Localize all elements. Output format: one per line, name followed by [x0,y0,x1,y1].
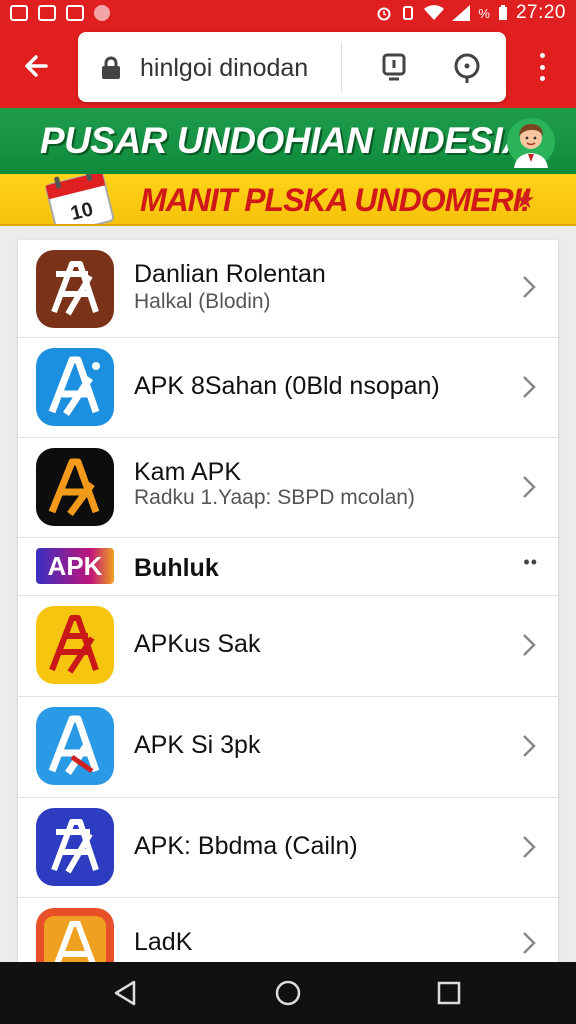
lock-icon [102,56,120,79]
banner-title: PUSAR UNDOHIAN INDESIA [40,120,529,161]
notification-icon [10,5,28,21]
chevron-right-icon [523,735,536,757]
vibrate-icon [403,6,414,20]
calendar-icon: 10 [45,174,115,224]
location-icon[interactable] [451,52,483,84]
list-item[interactable]: APK 8Sahan (0Bld nsopan) [18,338,558,438]
promo-banner-bottom[interactable]: 10 MANIT PLSKA UNDOMERI! ★ [0,174,576,226]
list-item[interactable]: APKus Sak [18,596,558,697]
chevron-right-icon [523,276,536,298]
address-bar[interactable]: hinlgoi dinodan [78,32,506,102]
app-subtitle: Halkal (Blodin) [134,290,271,313]
app-title: LadK [134,928,193,956]
chevron-right-icon [523,476,536,498]
alarm-icon [377,7,391,21]
list-item[interactable]: APK: Bbdma (Cailn) [18,798,558,898]
app-title: APKus Sak [134,630,261,658]
system-nav-bar [0,962,576,1024]
promo-banner-top[interactable]: PUSAR UNDOHIAN INDESIA [0,108,576,174]
app-title: APK 8Sahan (0Bld nsopan) [134,372,440,400]
status-time: 27:20 [515,2,566,23]
browser-toolbar: hinlgoi dinodan [0,26,576,108]
more-dots-icon[interactable]: •• [523,552,538,573]
chevron-right-icon [523,376,536,398]
app-title: Danlian Rolentan [134,260,326,288]
nav-back-icon[interactable] [108,976,142,1010]
app-list: Danlian Rolentan Halkal (Blodin) APK 8Sa… [18,240,558,962]
list-item[interactable]: Danlian Rolentan Halkal (Blodin) [18,240,558,338]
chevron-right-icon [523,836,536,858]
battery-percent: % [478,5,490,21]
mail-icon [38,5,56,21]
star-icon: ★ [514,187,536,214]
apk-app-icon [36,707,114,785]
status-bar: % 27:20 [0,0,576,26]
apk-badge: APK [36,548,114,584]
apk-app-icon [36,606,114,684]
media-icon [94,5,110,21]
apk-badge-text: APK [47,550,103,581]
list-item[interactable]: APK Si 3pk [18,697,558,798]
app-title: APK Si 3pk [134,731,261,759]
url-text[interactable]: hinlgoi dinodan [140,54,308,83]
download-icon[interactable] [379,52,409,82]
battery-icon [498,5,507,20]
url-divider [341,42,342,92]
apk-app-icon [36,448,114,526]
arrow-back-icon [25,55,48,77]
nav-home-icon[interactable] [271,976,305,1010]
wifi-icon [424,5,445,20]
more-menu-button[interactable] [530,50,554,84]
app-title: APK: Bbdma (Cailn) [134,832,358,860]
list-item[interactable]: APK Buhluk •• [18,538,558,596]
app-notification-icon [66,5,84,21]
back-button[interactable] [18,48,54,84]
chevron-right-icon [523,634,536,656]
app-title: Buhluk [134,554,219,582]
apk-app-icon [36,808,114,886]
app-title: Kam APK [134,458,241,486]
signal-icon [452,5,471,21]
mascot-avatar-icon [507,118,555,168]
more-vert-icon [539,53,545,58]
app-subtitle: Radku 1.Yaap: SBPD mcolan) [134,486,415,509]
banner-subtitle: MANIT PLSKA UNDOMERI! [140,182,531,218]
chevron-right-icon [523,932,536,954]
apk-app-icon [36,908,114,962]
apk-app-icon [36,348,114,426]
nav-recents-icon[interactable] [432,976,466,1010]
list-item[interactable]: Kam APK Radku 1.Yaap: SBPD mcolan) [18,438,558,538]
apk-app-icon [36,250,114,328]
list-item[interactable]: LadK [18,898,558,962]
